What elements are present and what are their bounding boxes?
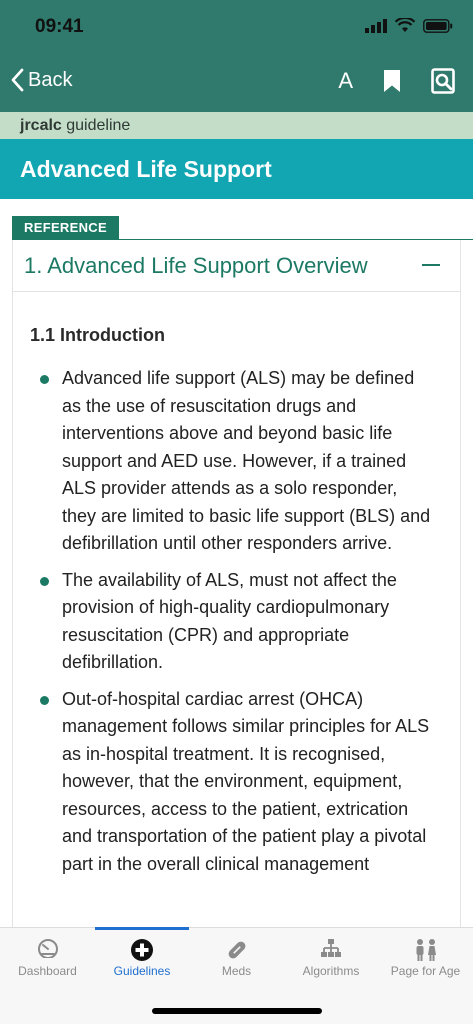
bullet-dot-icon bbox=[40, 695, 49, 705]
section-title: 1. Advanced Life Support Overview bbox=[24, 253, 368, 278]
tab-page-for-age[interactable]: Page for Age bbox=[378, 928, 473, 988]
bullet-dot-icon bbox=[40, 375, 49, 384]
tab-dashboard[interactable]: Dashboard bbox=[0, 928, 95, 988]
sub-heading: 1.1 Introduction bbox=[30, 325, 165, 345]
font-size-button[interactable]: A bbox=[338, 68, 353, 94]
wifi-icon bbox=[395, 18, 415, 32]
signal-icon bbox=[365, 18, 387, 33]
section-card: 1. Advanced Life Support Overview 1.1 In… bbox=[12, 240, 461, 940]
back-button[interactable]: Back bbox=[10, 68, 72, 92]
tab-label: Algorithms bbox=[302, 964, 360, 978]
app-header: 09:41 Back A bbox=[0, 0, 473, 112]
bullet-text: Advanced life support (ALS) may be defin… bbox=[62, 368, 431, 553]
list-item: The availability of ALS, must not affect… bbox=[13, 567, 460, 677]
list-item: Advanced life support (ALS) may be defin… bbox=[13, 365, 460, 558]
brand-bar: jrcalc guideline bbox=[0, 112, 473, 139]
brand-bold: jrcalc bbox=[20, 117, 62, 134]
bookmark-icon[interactable] bbox=[383, 69, 401, 93]
chevron-left-icon bbox=[11, 68, 24, 92]
people-icon bbox=[416, 939, 436, 961]
tab-label: Meds bbox=[221, 964, 252, 978]
header-actions: A bbox=[338, 68, 455, 94]
tab-label: Page for Age bbox=[390, 964, 461, 978]
list-item: Out-of-hospital cardiac arrest (OHCA) ma… bbox=[13, 686, 460, 879]
tab-meds[interactable]: Meds bbox=[189, 928, 284, 988]
home-indicator bbox=[152, 1008, 322, 1014]
bullet-text: The availability of ALS, must not affect… bbox=[62, 569, 397, 673]
pill-icon bbox=[228, 941, 245, 959]
medical-cross-icon bbox=[131, 939, 153, 961]
status-time: 09:41 bbox=[35, 16, 84, 37]
bullet-text: Out-of-hospital cardiac arrest (OHCA) ma… bbox=[62, 688, 430, 874]
tab-label: Dashboard bbox=[18, 964, 77, 978]
dashboard-gauge-icon bbox=[37, 939, 58, 958]
bullet-dot-icon bbox=[40, 576, 49, 586]
tab-label: Guidelines bbox=[113, 964, 171, 978]
tab-guidelines[interactable]: Guidelines bbox=[95, 927, 189, 988]
collapse-minus-icon[interactable] bbox=[422, 264, 440, 266]
status-icons bbox=[365, 18, 453, 33]
brand-rest: guideline bbox=[61, 117, 131, 134]
bullet-list: Advanced life support (ALS) may be defin… bbox=[13, 365, 460, 887]
tab-algorithms[interactable]: Algorithms bbox=[284, 928, 378, 988]
reference-tab[interactable]: REFERENCE bbox=[12, 216, 119, 240]
section-header[interactable]: 1. Advanced Life Support Overview bbox=[13, 240, 460, 292]
page-title: Advanced Life Support bbox=[0, 139, 473, 199]
back-label: Back bbox=[28, 68, 73, 91]
battery-icon bbox=[423, 18, 453, 33]
flowchart-icon bbox=[321, 939, 341, 957]
search-document-icon[interactable] bbox=[431, 68, 455, 94]
